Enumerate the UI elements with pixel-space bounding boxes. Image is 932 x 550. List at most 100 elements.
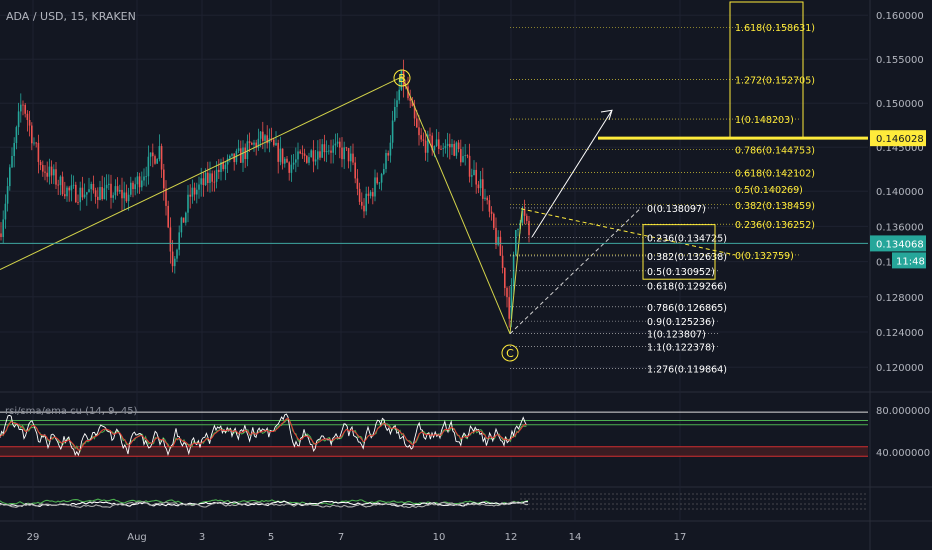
candle-body	[86, 192, 88, 195]
candle-body	[418, 127, 420, 136]
candle-body	[99, 187, 101, 200]
candle-body	[501, 255, 504, 269]
candle-body	[488, 200, 491, 212]
candle-body	[262, 131, 264, 141]
candle-body	[242, 147, 244, 163]
candle-body	[484, 197, 486, 199]
candle-body	[35, 142, 37, 144]
candle-body	[81, 187, 84, 198]
fib-retracement-label: 1.1(0.122378)	[647, 342, 715, 353]
candle-body	[55, 169, 57, 185]
candle-body	[94, 190, 97, 197]
candle-body	[460, 149, 462, 163]
candle-body	[156, 159, 158, 164]
candle-body	[59, 176, 62, 186]
candle-body	[240, 148, 242, 163]
candle-body	[44, 171, 46, 173]
candle-body	[363, 205, 365, 212]
candle-body	[277, 142, 279, 162]
candle-body	[508, 297, 510, 319]
candle-body	[123, 192, 125, 199]
rsi-tick-label: 40.000000	[876, 448, 930, 459]
countdown-label: 11:48	[896, 256, 925, 267]
candle-body	[290, 164, 293, 173]
candle-body	[457, 142, 460, 150]
candle-body	[506, 287, 508, 298]
candle-body	[46, 172, 48, 177]
fib-extension-label: 0.236(0.136252)	[735, 220, 815, 231]
candle-body	[424, 140, 427, 153]
target-price-label: 0.146028	[876, 134, 924, 145]
candle-body	[347, 148, 350, 162]
fib-extension-label: 0.618(0.142102)	[735, 169, 815, 180]
candle-body	[471, 175, 473, 177]
price-tick-label: 0.155000	[876, 55, 924, 66]
time-tick-label: Aug	[127, 532, 147, 543]
candle-body	[422, 139, 425, 141]
candle-body	[167, 205, 169, 228]
candle-body	[264, 135, 266, 141]
candle-body	[284, 158, 286, 164]
candle-body	[504, 268, 506, 288]
candle-body	[37, 142, 40, 162]
candle-body	[20, 104, 22, 112]
candle-body	[299, 151, 301, 154]
candle-body	[310, 150, 312, 158]
candle-body	[121, 189, 123, 199]
candle-body	[303, 153, 306, 156]
fib-extension-label: 1(0.148203)	[735, 115, 794, 126]
candle-body	[53, 169, 55, 176]
candle-body	[288, 162, 290, 173]
candle-body	[253, 142, 255, 145]
candle-body	[446, 143, 449, 146]
candle-body	[138, 176, 141, 188]
candle-body	[165, 188, 167, 206]
candle-body	[365, 193, 367, 212]
candle-body	[435, 139, 438, 146]
candle-body	[33, 142, 35, 144]
candle-body	[477, 184, 480, 189]
candle-body	[193, 187, 196, 195]
candle-body	[292, 162, 295, 165]
time-tick-label: 17	[674, 532, 687, 543]
candle-body	[185, 212, 187, 223]
candle-body	[341, 147, 343, 160]
candle-body	[88, 189, 90, 193]
candle-body	[77, 202, 79, 203]
rsi-tick-label: 80.000000	[876, 406, 930, 417]
candle-body	[149, 152, 152, 157]
candle-body	[462, 156, 464, 163]
candle-body	[92, 183, 95, 191]
candle-body	[526, 215, 528, 221]
candle-body	[358, 188, 361, 202]
candle-body	[211, 173, 213, 182]
candle-body	[394, 106, 396, 121]
candle-body	[105, 184, 108, 189]
candle-body	[281, 148, 284, 164]
candle-body	[24, 104, 26, 114]
candle-body	[490, 211, 493, 214]
candle-body	[15, 127, 18, 143]
candle-body	[75, 184, 77, 203]
candle-body	[389, 142, 392, 156]
price-tick-label: 0.136000	[876, 222, 924, 233]
candle-body	[420, 135, 422, 140]
symbol-title[interactable]: ADA / USD, 15, KRAKEN	[6, 10, 136, 23]
fib-extension-label: 0.5(0.140269)	[735, 185, 803, 196]
candle-body	[218, 169, 220, 173]
candle-body	[279, 148, 282, 162]
fib-retracement-label: 0.5(0.130952)	[647, 267, 715, 278]
time-tick-label: 29	[27, 532, 40, 543]
candle-body	[306, 155, 308, 163]
candle-body	[132, 182, 134, 190]
candle-body	[97, 196, 99, 200]
time-tick-label: 10	[433, 532, 446, 543]
candle-body	[202, 178, 205, 186]
chart-canvas[interactable]: BC 2(0.165441)1.618(0.158631)1.272(0.152…	[0, 0, 932, 550]
candle-body	[295, 159, 297, 163]
candle-body	[378, 182, 381, 184]
fib-retracement-label: 1(0.123807)	[647, 330, 706, 341]
candle-body	[66, 187, 68, 197]
candle-body	[323, 144, 326, 153]
candle-body	[528, 220, 530, 236]
